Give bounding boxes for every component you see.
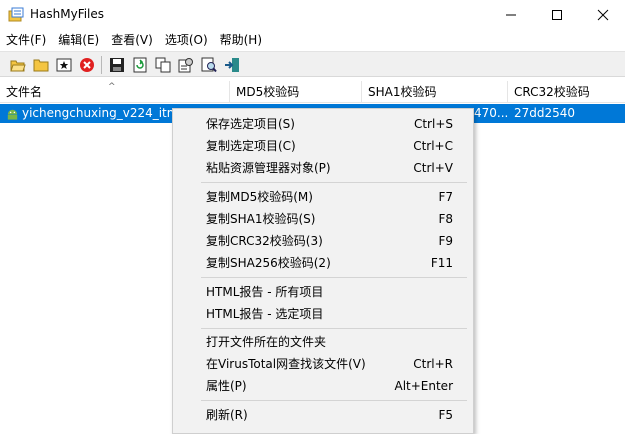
cell-filename: yichengchuxing_v224_itmo <box>22 106 172 120</box>
menu-item-label: 打开文件所在的文件夹 <box>206 335 327 349</box>
save-button[interactable] <box>108 56 126 74</box>
menu-item-label: 保存选定项目(S) <box>206 117 295 131</box>
menu-item-label: 复制SHA256校验码(2) <box>206 256 331 270</box>
menu-bar: 文件(F) 编辑(E) 查看(V) 选项(O) 帮助(H) <box>0 30 625 50</box>
properties-button[interactable] <box>177 56 195 74</box>
menu-separator <box>201 400 467 401</box>
cell-sha1: 470... <box>474 106 508 120</box>
menu-item-label: 复制选定项目(C) <box>206 139 296 153</box>
properties-icon <box>178 58 193 73</box>
stop-button[interactable] <box>78 56 96 74</box>
close-icon <box>597 9 609 21</box>
folder-button[interactable] <box>32 56 50 74</box>
sort-arrow-icon: ^ <box>108 82 116 92</box>
menu-item-shortcut: Ctrl+C <box>413 139 453 153</box>
copy-icon <box>155 57 171 73</box>
menu-item-html-report-selected[interactable]: HTML报告 - 选定项目 <box>173 303 473 325</box>
refresh-button[interactable] <box>131 56 149 74</box>
folder-icon <box>33 59 49 72</box>
stop-icon <box>80 58 94 72</box>
search-button[interactable] <box>200 56 218 74</box>
column-header-md5[interactable]: MD5校验码 <box>230 81 362 103</box>
menu-item-copy-crc32[interactable]: 复制CRC32校验码(3) F9 <box>173 230 473 252</box>
app-icon <box>8 7 24 22</box>
menu-item-html-report-all[interactable]: HTML报告 - 所有项目 <box>173 281 473 303</box>
column-header-filename[interactable]: 文件名 ^ <box>0 81 230 103</box>
maximize-icon <box>552 10 562 20</box>
menu-item-copy-md5[interactable]: 复制MD5校验码(M) F7 <box>173 186 473 208</box>
exit-button[interactable] <box>223 56 241 74</box>
menu-item-label: HTML报告 - 选定项目 <box>206 307 324 321</box>
menu-item-shortcut: F11 <box>430 256 453 270</box>
menu-file[interactable]: 文件(F) <box>0 30 52 50</box>
menu-item-open-folder[interactable]: 打开文件所在的文件夹 <box>173 331 473 353</box>
menu-item-label: 粘贴资源管理器对象(P) <box>206 161 331 175</box>
column-header-label: CRC32校验码 <box>514 85 590 99</box>
menu-item-properties[interactable]: 属性(P) Alt+Enter <box>173 375 473 397</box>
menu-item-shortcut: Ctrl+V <box>413 161 453 175</box>
menu-separator <box>201 277 467 278</box>
menu-item-shortcut: F9 <box>438 234 453 248</box>
open-folder-icon <box>10 60 26 72</box>
minimize-button[interactable] <box>488 0 534 30</box>
column-header-label: MD5校验码 <box>236 85 300 99</box>
menu-item-shortcut: F5 <box>438 408 453 422</box>
context-menu: 保存选定项目(S) Ctrl+S 复制选定项目(C) Ctrl+C 粘贴资源管理… <box>172 108 474 434</box>
column-header-label: SHA1校验码 <box>368 85 437 99</box>
column-header-sha1[interactable]: SHA1校验码 <box>362 81 508 103</box>
maximize-button[interactable] <box>534 0 580 30</box>
column-header-label: 文件名 <box>6 85 43 99</box>
menu-item-virustotal[interactable]: 在VirusTotal网查找该文件(V) Ctrl+R <box>173 353 473 375</box>
menu-item-label: 属性(P) <box>206 379 247 393</box>
exit-icon <box>225 58 239 72</box>
menu-help[interactable]: 帮助(H) <box>214 30 268 50</box>
star-folder-button[interactable] <box>55 56 73 74</box>
toolbar <box>0 51 625 77</box>
menu-item-refresh[interactable]: 刷新(R) F5 <box>173 404 473 426</box>
menu-item-label: HTML报告 - 所有项目 <box>206 285 324 299</box>
menu-edit[interactable]: 编辑(E) <box>52 30 105 50</box>
menu-item-label: 复制MD5校验码(M) <box>206 190 313 204</box>
menu-item-label: 在VirusTotal网查找该文件(V) <box>206 357 366 371</box>
toolbar-separator <box>101 56 102 74</box>
menu-separator <box>201 328 467 329</box>
copy-button[interactable] <box>154 56 172 74</box>
search-icon <box>201 57 217 73</box>
minimize-icon <box>506 14 516 16</box>
menu-item-copy-selected[interactable]: 复制选定项目(C) Ctrl+C <box>173 135 473 157</box>
menu-item-paste-explorer[interactable]: 粘贴资源管理器对象(P) Ctrl+V <box>173 157 473 179</box>
close-button[interactable] <box>580 0 625 30</box>
cell-crc32: 27dd2540 <box>514 106 576 120</box>
menu-item-label: 复制SHA1校验码(S) <box>206 212 316 226</box>
column-headers: 文件名 ^ MD5校验码 SHA1校验码 CRC32校验码 <box>0 81 625 103</box>
menu-separator <box>201 182 467 183</box>
open-folder-button[interactable] <box>9 56 27 74</box>
menu-item-copy-sha256[interactable]: 复制SHA256校验码(2) F11 <box>173 252 473 274</box>
star-folder-icon <box>56 58 72 72</box>
save-icon <box>110 58 124 72</box>
menu-item-shortcut: F8 <box>438 212 453 226</box>
window-title: HashMyFiles <box>30 7 105 21</box>
refresh-icon <box>133 57 147 73</box>
menu-item-label: 复制CRC32校验码(3) <box>206 234 323 248</box>
menu-item-shortcut: Ctrl+R <box>413 357 453 371</box>
menu-item-shortcut: F7 <box>438 190 453 204</box>
menu-item-save-selected[interactable]: 保存选定项目(S) Ctrl+S <box>173 113 473 135</box>
menu-item-shortcut: Alt+Enter <box>394 379 453 393</box>
menu-item-copy-sha1[interactable]: 复制SHA1校验码(S) F8 <box>173 208 473 230</box>
android-icon <box>7 109 18 120</box>
column-header-crc32[interactable]: CRC32校验码 <box>508 81 625 103</box>
title-bar: HashMyFiles <box>0 0 625 30</box>
menu-options[interactable]: 选项(O) <box>159 30 214 50</box>
menu-item-label: 刷新(R) <box>206 408 248 422</box>
menu-item-shortcut: Ctrl+S <box>413 117 453 131</box>
menu-view[interactable]: 查看(V) <box>105 30 159 50</box>
